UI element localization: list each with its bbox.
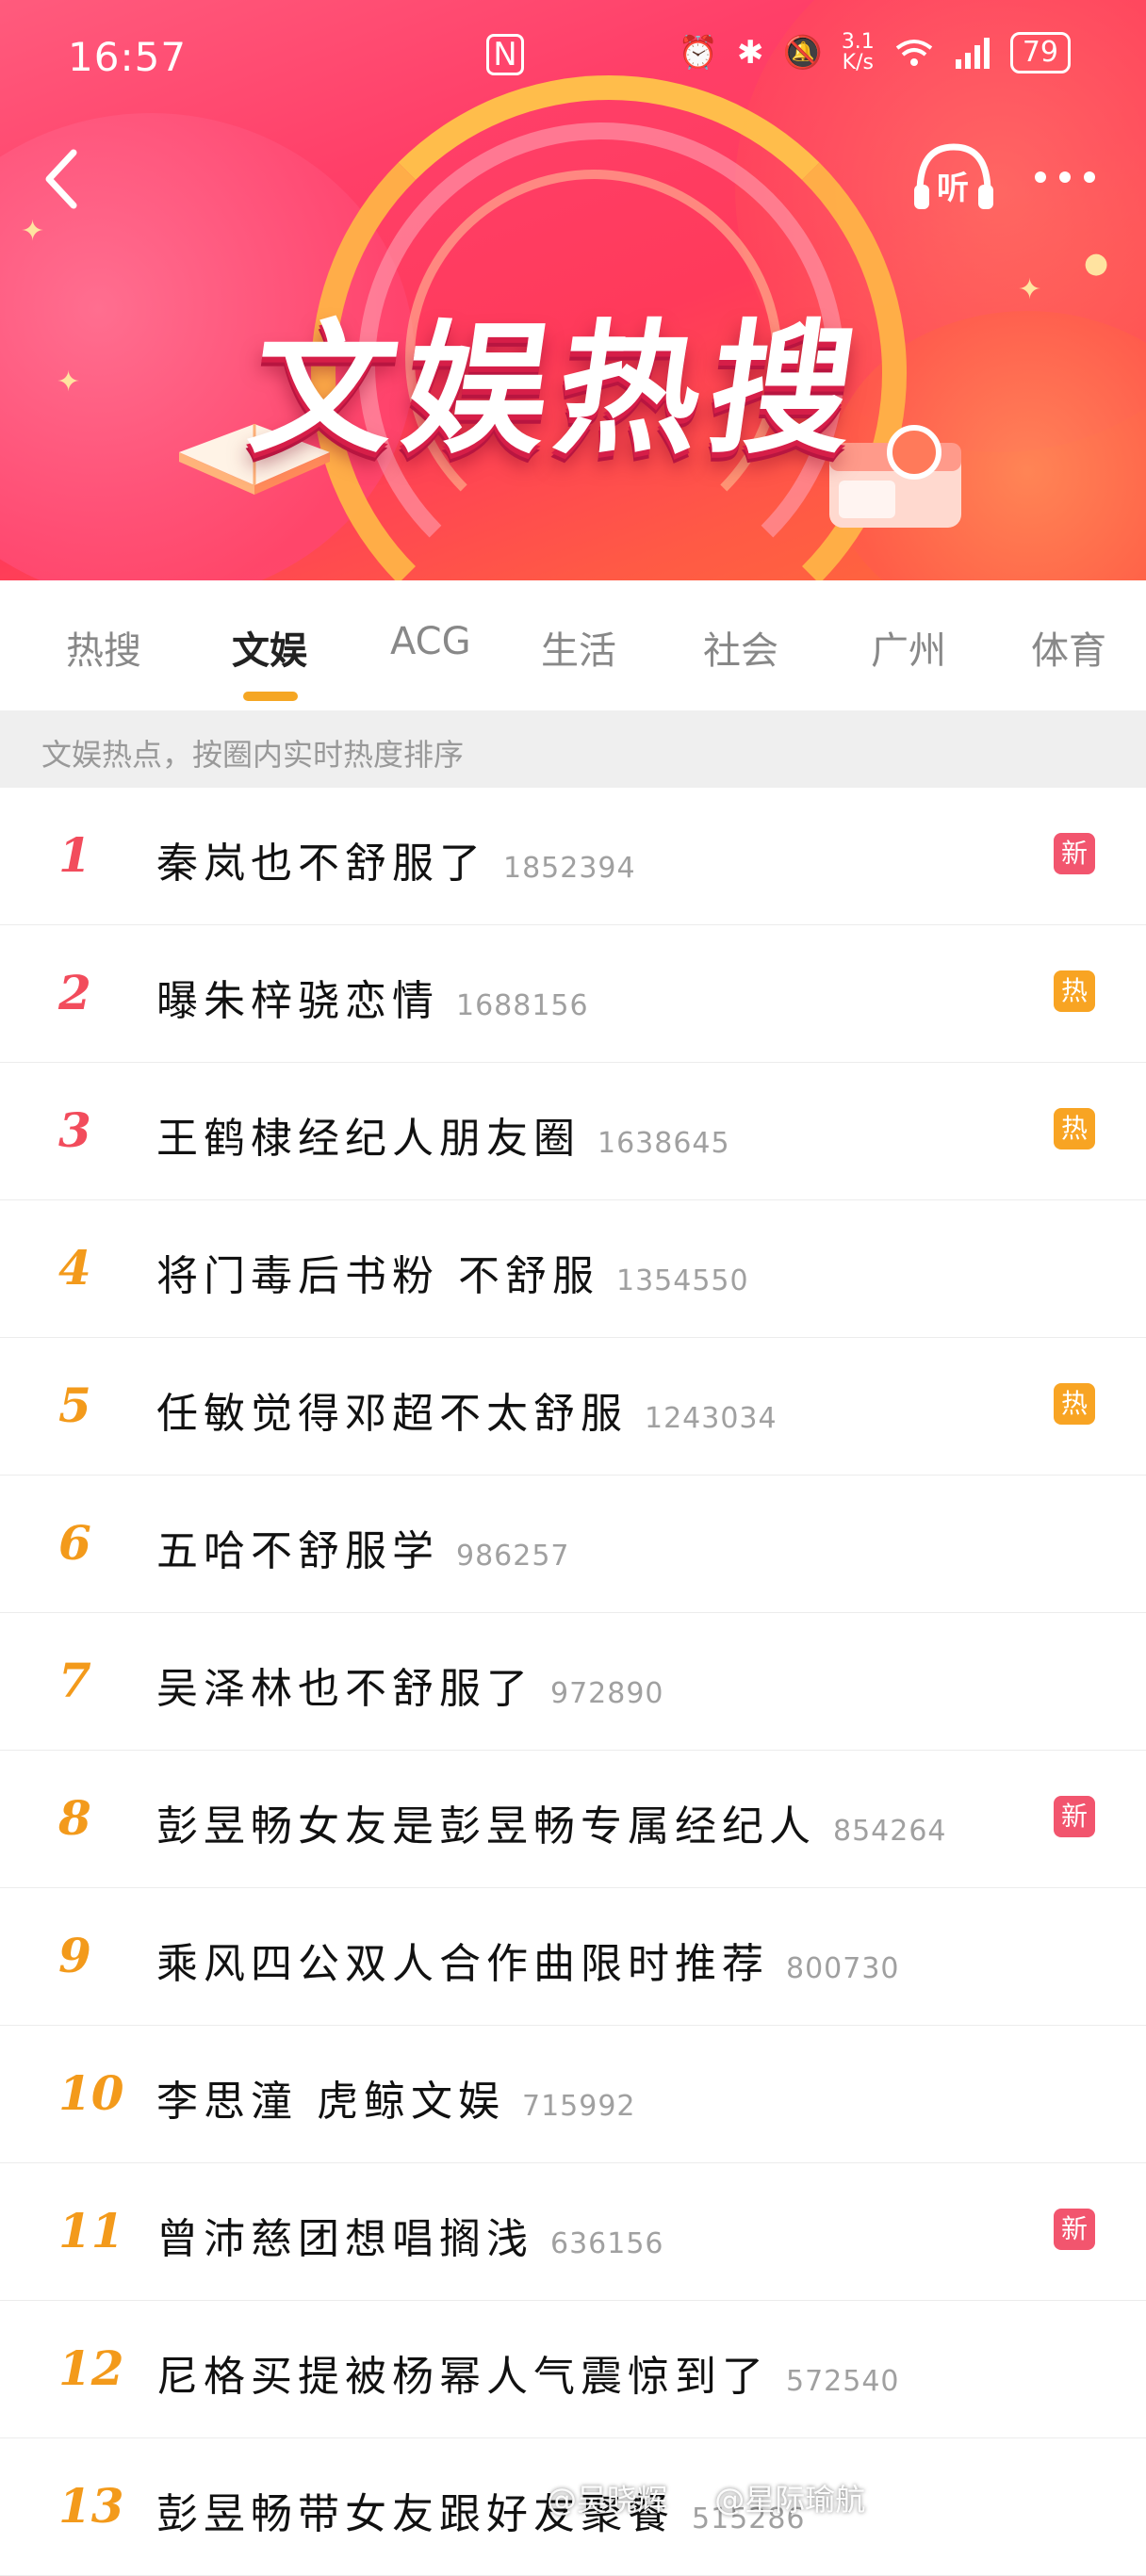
alarm-icon: ⏰ <box>678 34 718 72</box>
tab-acg[interactable]: ACG <box>390 620 471 663</box>
heat-count: 715992 <box>522 2090 636 2123</box>
rank-number: 8 <box>58 1790 91 1846</box>
list-item[interactable]: 8 彭昱畅女友是彭昱畅专属经纪人 854264 新 <box>0 1751 1146 1888</box>
list-item[interactable]: 7 吴泽林也不舒服了 972890 <box>0 1613 1146 1751</box>
banner-title: 文娱热搜 <box>240 306 876 473</box>
rank-number: 10 <box>58 2065 124 2121</box>
nfc-icon: N <box>486 34 524 75</box>
sparkle-icon: ● <box>1084 247 1109 280</box>
list-description: 文娱热点，按圈内实时热度排序 <box>0 710 1146 788</box>
list-item[interactable]: 12 尼格买提被杨幂人气震惊到了 572540 <box>0 2301 1146 2438</box>
tab-sports[interactable]: 体育 <box>1031 620 1106 675</box>
status-time: 16:57 <box>68 34 188 80</box>
rank-number: 5 <box>58 1378 91 1433</box>
heat-count: 972890 <box>550 1677 664 1710</box>
topic-title: 任敏觉得邓超不太舒服 <box>156 1390 628 1438</box>
active-tab-indicator <box>243 692 298 701</box>
list-item[interactable]: 10 李思潼 虎鲸文娱 715992 <box>0 2026 1146 2163</box>
banner: ✦ ✦ ✦ ● 16:57 N ⏰ ✱ 🔕 3.1 K/s 79 听 文娱热搜 <box>0 0 1146 580</box>
list-item[interactable]: 4 将门毒后书粉 不舒服 1354550 <box>0 1200 1146 1338</box>
status-bar: 16:57 N ⏰ ✱ 🔕 3.1 K/s 79 <box>0 0 1146 113</box>
more-options-button[interactable] <box>1027 158 1103 196</box>
list-item[interactable]: 5 任敏觉得邓超不太舒服 1243034 热 <box>0 1338 1146 1475</box>
tab-guangzhou[interactable]: 广州 <box>871 620 946 675</box>
new-badge: 新 <box>1054 833 1095 874</box>
topic-title: 曾沛慈团想唱搁浅 <box>156 2215 533 2263</box>
battery-indicator: 79 <box>1009 32 1071 73</box>
heat-count: 986257 <box>456 1540 570 1573</box>
rank-number: 13 <box>58 2478 124 2534</box>
topic-title: 王鹤棣经纪人朋友圈 <box>156 1115 581 1163</box>
heat-count: 1638645 <box>598 1127 730 1160</box>
hot-badge: 热 <box>1054 970 1095 1012</box>
rank-number: 6 <box>58 1515 91 1571</box>
topic-title: 吴泽林也不舒服了 <box>156 1665 533 1713</box>
topic-title: 曝朱梓骁恋情 <box>156 977 439 1025</box>
topic-title: 五哈不舒服学 <box>156 1527 439 1575</box>
rank-number: 7 <box>58 1653 91 1708</box>
bluetooth-icon: ✱ <box>736 34 764 72</box>
trending-list: 1 秦岚也不舒服了 1852394 新 2 曝朱梓骁恋情 1688156 热 3 王鹤棣经纪人朋友… <box>0 788 1146 2576</box>
sparkle-icon: ✦ <box>1018 273 1042 306</box>
new-badge: 新 <box>1054 2209 1095 2250</box>
signal-icon <box>955 38 990 69</box>
heat-count: 1688156 <box>456 989 589 1022</box>
topic-title: 将门毒后书粉 不舒服 <box>156 1252 599 1300</box>
list-item[interactable]: 3 王鹤棣经纪人朋友圈 1638645 热 <box>0 1063 1146 1200</box>
heat-count: 854264 <box>833 1815 947 1848</box>
watermark: @吴晓辉 @星际瑜航 <box>547 2482 866 2518</box>
new-badge: 新 <box>1054 1796 1095 1837</box>
rank-number: 9 <box>58 1928 91 1983</box>
topic-title: 彭昱畅女友是彭昱畅专属经纪人 <box>156 1802 816 1850</box>
sparkle-icon: ✦ <box>21 215 45 248</box>
list-item[interactable]: 9 乘风四公双人合作曲限时推荐 800730 <box>0 1888 1146 2026</box>
topic-title: 乘风四公双人合作曲限时推荐 <box>156 1940 769 1988</box>
rank-number: 3 <box>58 1102 91 1158</box>
heat-count: 1852394 <box>503 852 636 885</box>
listen-button[interactable]: 听 <box>910 139 997 215</box>
list-item[interactable]: 6 五哈不舒服学 986257 <box>0 1475 1146 1613</box>
topic-title: 秦岚也不舒服了 <box>156 840 486 888</box>
heat-count: 800730 <box>786 1952 900 1985</box>
rank-number: 4 <box>58 1240 91 1296</box>
back-button[interactable] <box>34 141 90 217</box>
list-item[interactable]: 1 秦岚也不舒服了 1852394 新 <box>0 788 1146 925</box>
hot-badge: 热 <box>1054 1108 1095 1149</box>
tab-society[interactable]: 社会 <box>703 620 778 675</box>
topic-title: 李思潼 虎鲸文娱 <box>156 2078 505 2126</box>
list-item[interactable]: 11 曾沛慈团想唱搁浅 636156 新 <box>0 2163 1146 2301</box>
rank-number: 2 <box>58 965 91 1020</box>
heat-count: 1243034 <box>645 1402 778 1435</box>
heat-count: 1354550 <box>616 1264 749 1297</box>
topic-title: 尼格买提被杨幂人气震惊到了 <box>156 2353 769 2401</box>
wifi-icon <box>895 40 933 66</box>
sparkle-icon: ✦ <box>57 366 81 399</box>
mute-icon: 🔕 <box>782 34 823 72</box>
list-item[interactable]: 2 曝朱梓骁恋情 1688156 热 <box>0 925 1146 1063</box>
net-speed: 3.1 K/s <box>841 30 875 74</box>
hot-badge: 热 <box>1054 1383 1095 1425</box>
category-tabs: 热搜 文娱 ACG 生活 社会 广州 体育 <box>0 580 1146 710</box>
tab-entertainment[interactable]: 文娱 <box>232 620 307 675</box>
heat-count: 636156 <box>550 2227 664 2260</box>
tab-life[interactable]: 生活 <box>541 620 616 675</box>
tab-hot-search[interactable]: 热搜 <box>66 620 141 675</box>
listen-label: 听 <box>937 170 969 207</box>
rank-number: 11 <box>58 2203 124 2258</box>
rank-number: 12 <box>58 2340 124 2396</box>
rank-number: 1 <box>58 827 91 883</box>
heat-count: 572540 <box>786 2365 900 2398</box>
